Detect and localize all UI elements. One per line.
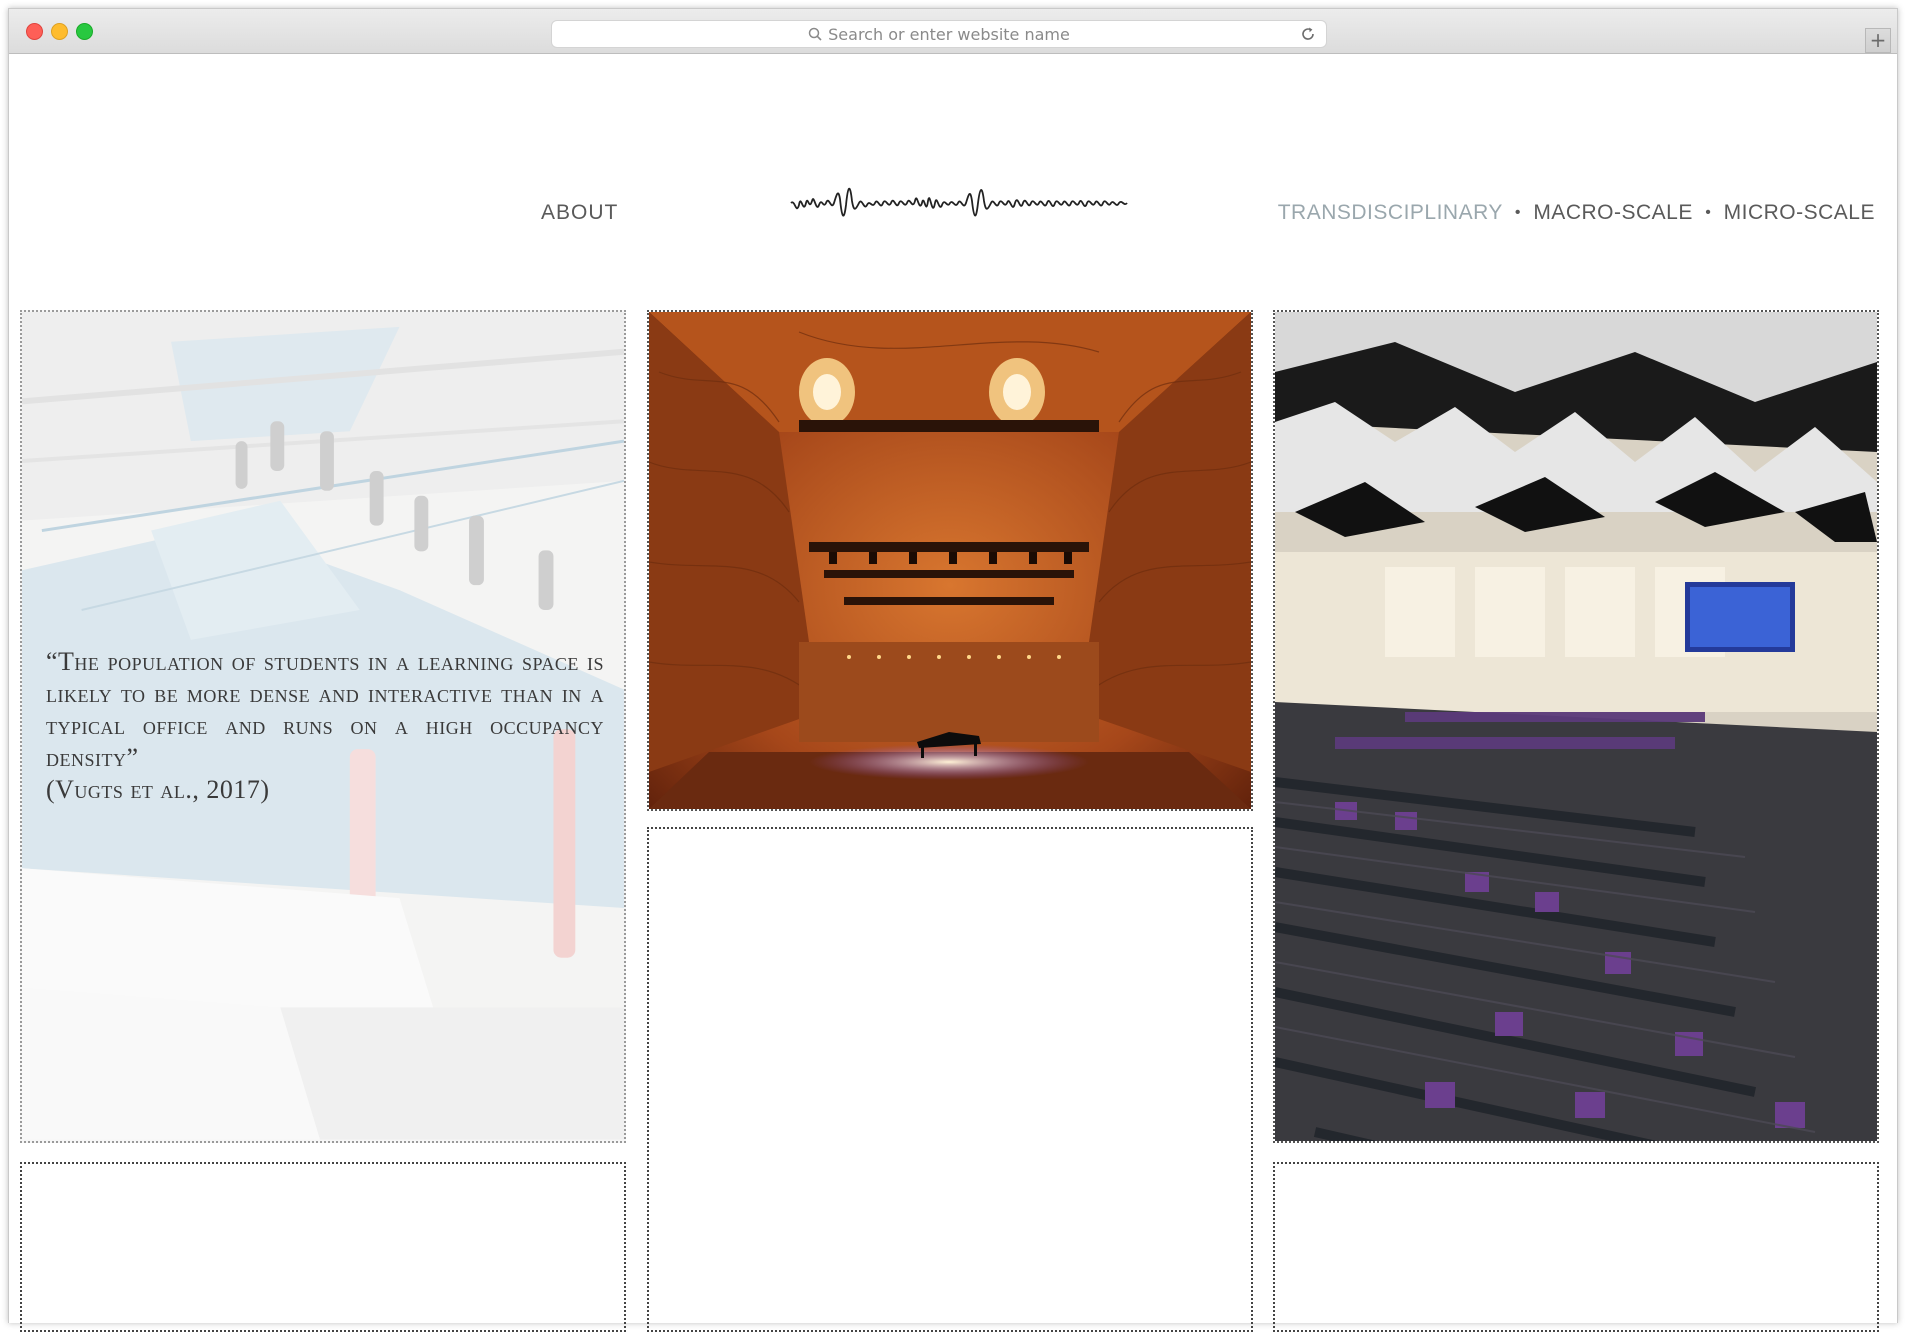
nav-about-link[interactable]: ABOUT <box>541 201 618 225</box>
auditorium-photo <box>1275 312 1877 1141</box>
nav-micro-scale-link[interactable]: MICRO-SCALE <box>1724 201 1875 224</box>
zoom-window-button[interactable] <box>76 23 93 40</box>
quote-block: “The population of students in a learnin… <box>46 646 604 806</box>
reload-icon[interactable] <box>1300 26 1316 42</box>
title-bar: Search or enter website name + <box>9 9 1897 54</box>
address-placeholder: Search or enter website name <box>828 24 1070 44</box>
search-icon <box>808 27 822 41</box>
category-nav: TRANSDISCIPLINARY • MACRO-SCALE • MICRO-… <box>1278 201 1875 225</box>
new-tab-button[interactable]: + <box>1865 28 1891 53</box>
concert-hall-photo <box>649 312 1251 809</box>
minimize-window-button[interactable] <box>51 23 68 40</box>
quote-text: “The population of students in a learnin… <box>46 647 604 772</box>
nav-separator: • <box>1514 204 1521 221</box>
address-bar[interactable]: Search or enter website name <box>551 20 1327 48</box>
concert-hall-tile[interactable] <box>647 310 1253 811</box>
learning-space-tile[interactable]: “The population of students in a learnin… <box>20 310 626 1143</box>
empty-tile-2[interactable] <box>647 827 1253 1332</box>
empty-tile-1[interactable] <box>20 1162 626 1332</box>
nav-macro-scale-link[interactable]: MACRO-SCALE <box>1533 201 1693 224</box>
auditorium-tile[interactable] <box>1273 310 1879 1143</box>
empty-tile-3[interactable] <box>1273 1162 1879 1332</box>
quote-citation: (Vugts et al., 2017) <box>46 775 270 804</box>
close-window-button[interactable] <box>26 23 43 40</box>
nav-separator: • <box>1705 204 1712 221</box>
nav-transdisciplinary-link[interactable]: TRANSDISCIPLINARY <box>1278 201 1503 224</box>
soundwave-logo[interactable] <box>789 179 1129 229</box>
